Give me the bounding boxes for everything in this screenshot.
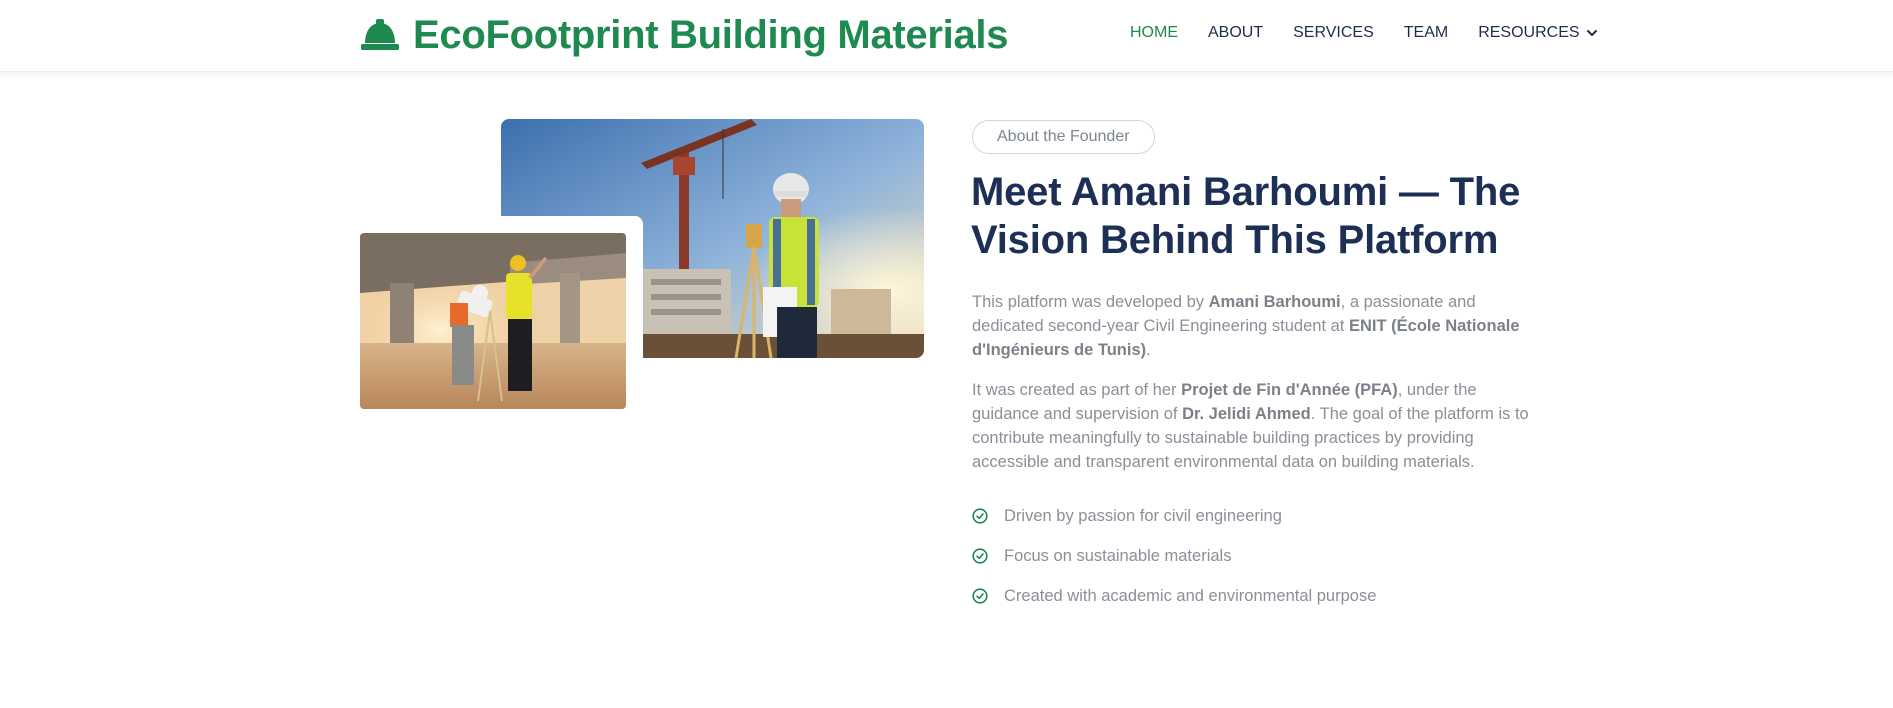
project-name: Projet de Fin d'Année (PFA): [1181, 381, 1398, 399]
nav-team[interactable]: TEAM: [1404, 22, 1448, 44]
project-paragraph: It was created as part of her Projet de …: [972, 378, 1542, 474]
list-item-label: Created with academic and environmental …: [1004, 586, 1377, 605]
nav-services[interactable]: SERVICES: [1293, 22, 1374, 44]
feature-checklist: Driven by passion for civil engineering …: [972, 496, 1376, 616]
page-title: Meet Amani Barhoumi — The Vision Behind …: [971, 170, 1521, 262]
list-item: Created with academic and environmental …: [972, 576, 1376, 616]
nav-home[interactable]: HOME: [1130, 22, 1178, 44]
hard-hat-icon: [361, 19, 399, 50]
list-item: Driven by passion for civil engineering: [972, 496, 1376, 536]
brand-logo-link[interactable]: EcoFootprint Building Materials: [359, 10, 1008, 60]
section-badge: About the Founder: [972, 120, 1155, 154]
supervisor-name: Dr. Jelidi Ahmed: [1182, 405, 1311, 423]
list-item: Focus on sustainable materials: [972, 536, 1376, 576]
site-header: EcoFootprint Building Materials HOME ABO…: [0, 0, 1893, 72]
list-item-label: Driven by passion for civil engineering: [1004, 506, 1282, 525]
nav-about[interactable]: ABOUT: [1208, 22, 1263, 44]
nav-resources-dropdown[interactable]: RESOURCES: [1478, 22, 1597, 44]
engineers-under-bridge-surveying-photo: [360, 233, 626, 409]
check-circle-icon: [972, 508, 988, 524]
brand-name: EcoFootprint Building Materials: [413, 12, 1009, 57]
nav-resources-label: RESOURCES: [1478, 24, 1580, 41]
text-segment: It was created as part of her: [972, 381, 1182, 399]
check-circle-icon: [972, 588, 988, 604]
check-circle-icon: [972, 548, 988, 564]
founder-name: Amani Barhoumi: [1208, 293, 1341, 311]
main-nav: HOME ABOUT SERVICES TEAM RESOURCES: [1130, 22, 1598, 44]
intro-paragraph: This platform was developed by Amani Bar…: [972, 290, 1542, 362]
text-segment: This platform was developed by: [972, 293, 1209, 311]
chevron-down-icon: [1586, 30, 1597, 36]
list-item-label: Focus on sustainable materials: [1004, 546, 1232, 565]
text-segment: .: [1146, 341, 1151, 359]
